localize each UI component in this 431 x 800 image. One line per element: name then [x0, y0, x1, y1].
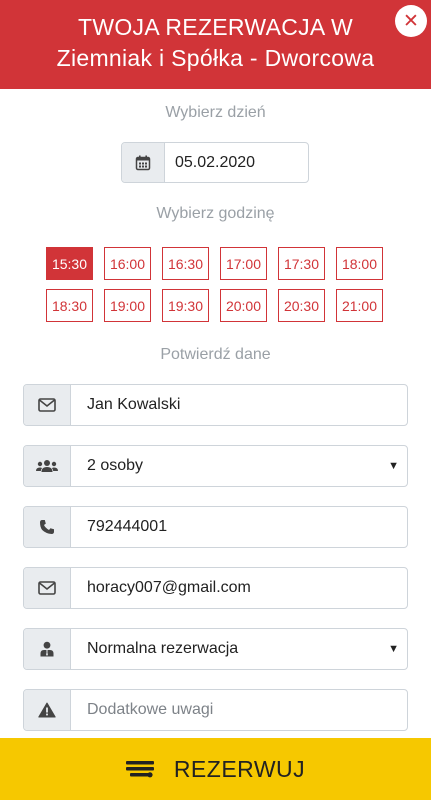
users-icon [24, 446, 71, 486]
guests-value: 2 osoby ▼ [71, 446, 407, 486]
calendar-icon [122, 143, 165, 182]
time-slot[interactable]: 16:30 [162, 247, 209, 280]
email-value: horacy007@gmail.com [87, 579, 251, 596]
time-slot[interactable]: 18:30 [46, 289, 93, 322]
date-section-label: Wybierz dzień [165, 104, 266, 121]
chevron-down-icon: ▼ [388, 643, 399, 655]
time-slot[interactable]: 17:30 [278, 247, 325, 280]
header-title-line2: Ziemniak i Spółka - Dworcowa [56, 45, 375, 71]
reservation-type-text: Normalna rezerwacja [87, 640, 239, 657]
time-slot[interactable]: 20:30 [278, 289, 325, 322]
time-slot[interactable]: 17:00 [220, 247, 267, 280]
date-value: 05.02.2020 [175, 153, 256, 171]
name-field[interactable]: Jan Kowalski [23, 384, 408, 426]
time-slot[interactable]: 18:00 [336, 247, 383, 280]
chevron-down-icon: ▼ [388, 460, 399, 472]
close-icon: ✕ [403, 10, 419, 32]
time-slot[interactable]: 19:00 [104, 289, 151, 322]
guests-text: 2 osoby [87, 457, 144, 474]
envelope-icon [24, 385, 71, 425]
reservation-type-select[interactable]: Normalna rezerwacja ▼ [23, 628, 408, 670]
date-picker[interactable]: 05.02.2020 [121, 142, 309, 183]
time-slot[interactable]: 21:00 [336, 289, 383, 322]
warning-icon [24, 690, 71, 730]
header: TWOJA REZERWACJA W Ziemniak i Spółka - D… [0, 0, 431, 89]
guests-select[interactable]: 2 osoby ▼ [23, 445, 408, 487]
time-slot[interactable]: 20:00 [220, 289, 267, 322]
phone-value: 792444001 [87, 518, 168, 535]
notes-field[interactable]: Dodatkowe uwagi [23, 689, 408, 731]
time-slot-selected[interactable]: 15:30 [46, 247, 93, 280]
notes-placeholder: Dodatkowe uwagi [87, 701, 214, 718]
phone-field[interactable]: 792444001 [23, 506, 408, 548]
reserve-button[interactable]: REZERWUJ [0, 738, 431, 800]
email-field[interactable]: horacy007@gmail.com [23, 567, 408, 609]
time-slot[interactable]: 19:30 [162, 289, 209, 322]
user-icon [24, 629, 71, 669]
time-slot[interactable]: 16:00 [104, 247, 151, 280]
name-value: Jan Kowalski [87, 396, 181, 413]
phone-icon [24, 507, 71, 547]
confirm-section-label: Potwierdź dane [160, 346, 271, 363]
cutlery-icon [125, 758, 154, 780]
time-section-label: Wybierz godzinę [156, 205, 275, 222]
close-button[interactable]: ✕ [395, 5, 427, 37]
header-title-line1: TWOJA REZERWACJA W [77, 14, 354, 40]
reserve-button-label: REZERWUJ [173, 755, 306, 782]
envelope-icon [24, 568, 71, 608]
reservation-type-value: Normalna rezerwacja ▼ [71, 629, 407, 669]
